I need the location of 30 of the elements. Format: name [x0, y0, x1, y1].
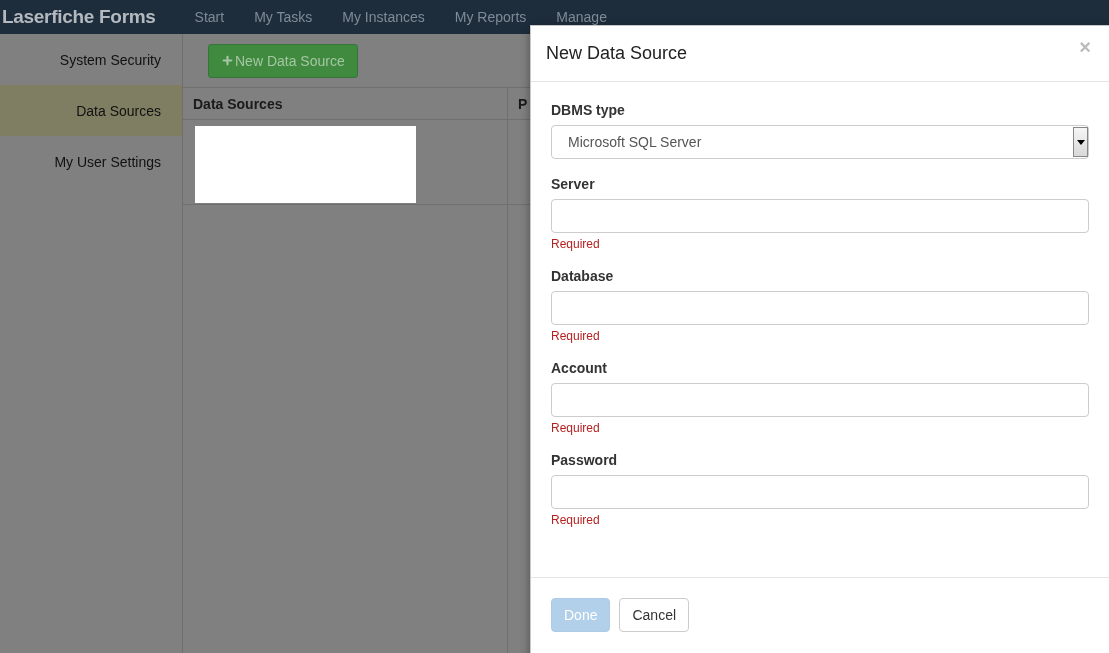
nav-link[interactable]: Manage: [541, 9, 622, 25]
text-input-field[interactable]: [551, 291, 1089, 325]
required-error-text: Required: [551, 237, 601, 251]
cancel-button[interactable]: Cancel: [619, 598, 690, 632]
sidebar-item[interactable]: My User Settings: [0, 136, 182, 187]
select-value: Microsoft SQL Server: [568, 134, 702, 150]
required-error-text: Required: [551, 513, 601, 527]
required-error-text: Required: [551, 329, 601, 343]
nav-link[interactable]: My Instances: [327, 9, 440, 25]
password-input-field[interactable]: [551, 475, 1089, 509]
field-label: DBMS type: [551, 102, 626, 118]
field-label: Account: [551, 360, 608, 376]
sidebar-item[interactable]: System Security: [0, 34, 182, 85]
dropdown-caret-icon: [1073, 127, 1088, 157]
nav-link[interactable]: Start: [179, 9, 240, 25]
plus-icon: [221, 54, 234, 67]
field-label: Password: [551, 452, 619, 468]
text-input-field[interactable]: [551, 383, 1089, 417]
required-error-text: Required: [551, 421, 601, 435]
field-label: Database: [551, 268, 615, 284]
brand-logo[interactable]: Laserfiche Forms: [0, 6, 180, 28]
field-label: Server: [551, 176, 596, 192]
nav-link[interactable]: My Tasks: [239, 9, 328, 25]
dialog-title: New Data Source: [546, 43, 688, 64]
nav-link[interactable]: My Reports: [439, 9, 542, 25]
dbms-type-select[interactable]: Microsoft SQL Server: [551, 125, 1089, 159]
text-input-field[interactable]: [551, 199, 1089, 233]
column-header: Data Sources: [183, 88, 508, 120]
new-data-source-button[interactable]: New Data Source: [208, 43, 358, 78]
sidebar-item[interactable]: Data Sources: [0, 85, 182, 136]
